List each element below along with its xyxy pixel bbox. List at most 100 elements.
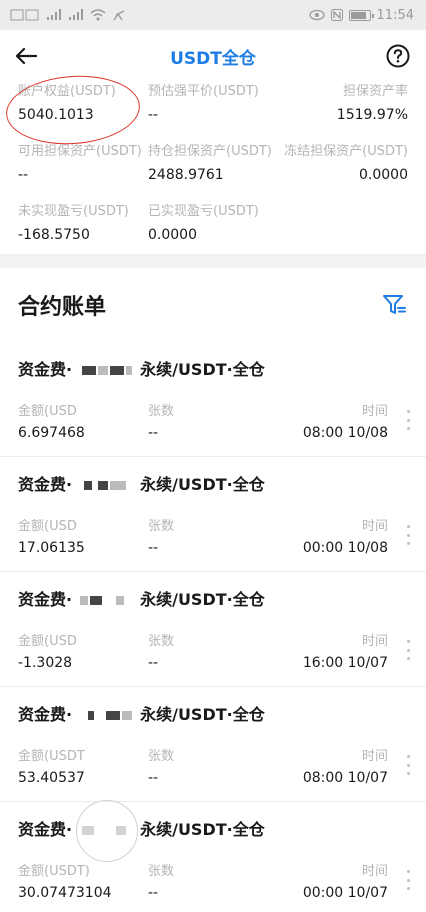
- entry-values: 17.06135 -- 00:00 10/08: [18, 540, 408, 556]
- bill-entry[interactable]: 资金费· 永续/USDT·全仓 金额(USD 张数 时间 -1.3028 -- …: [0, 572, 426, 687]
- available-margin-label: 可用担保资产(USDT): [18, 144, 142, 159]
- bill-entry[interactable]: 资金费· 永续/USDT·全仓 金额(USDT 张数 时间 53.40537 -…: [0, 687, 426, 802]
- account-summary: 账户权益(USDT) 5040.1013 预估强平价(USDT) -- 担保资产…: [0, 82, 426, 254]
- redacted-mosaic: [76, 707, 136, 723]
- liquidation-price-value: --: [148, 107, 159, 123]
- amount-value: 30.07473104: [18, 885, 112, 901]
- more-vertical-icon[interactable]: [404, 410, 412, 430]
- account-equity-label: 账户权益(USDT): [18, 84, 116, 99]
- available-margin-value: --: [18, 167, 29, 183]
- status-icons-left: [10, 9, 126, 21]
- account-equity-value: 5040.1013: [18, 107, 94, 123]
- filter-icon: [383, 295, 406, 314]
- time-label: 时间: [361, 749, 388, 764]
- amount-label: 金额(USDT): [18, 864, 90, 879]
- wifi-icon: [90, 9, 106, 21]
- eye-icon: [308, 9, 325, 21]
- count-value: --: [148, 655, 159, 671]
- redacted-mosaic: [76, 822, 136, 838]
- count-value: --: [148, 770, 159, 786]
- filter-button[interactable]: [380, 291, 408, 319]
- amount-label: 金额(USDT: [18, 749, 85, 764]
- entry-contract: 永续/USDT·全仓: [140, 475, 265, 494]
- entry-values: 6.697468 -- 08:00 10/08: [18, 425, 408, 441]
- amount-label: 金额(USD: [18, 634, 77, 649]
- entry-contract: 永续/USDT·全仓: [140, 820, 265, 839]
- more-vertical-icon[interactable]: [404, 755, 412, 775]
- time-value: 08:00 10/08: [302, 425, 388, 441]
- liquidation-price-label: 预估强平价(USDT): [148, 84, 259, 99]
- signal-icon: [47, 9, 61, 20]
- entry-values: 53.40537 -- 08:00 10/07: [18, 770, 408, 786]
- entry-values: 30.07473104 -- 00:00 10/07: [18, 885, 408, 901]
- more-vertical-icon[interactable]: [404, 640, 412, 660]
- margin-ratio-label: 担保资产率: [342, 84, 408, 99]
- count-label: 张数: [148, 634, 175, 649]
- more-vertical-icon[interactable]: [404, 525, 412, 545]
- bill-header: 合约账单: [0, 268, 426, 342]
- time-label: 时间: [361, 864, 388, 879]
- back-button[interactable]: [12, 42, 40, 70]
- count-label: 张数: [148, 749, 175, 764]
- time-value: 16:00 10/07: [302, 655, 388, 671]
- entry-type: 资金费·: [18, 820, 73, 839]
- entry-labels: 金额(USD 张数 时间: [18, 400, 408, 419]
- frozen-margin-value: 0.0000: [359, 167, 408, 183]
- count-value: --: [148, 540, 159, 556]
- summary-row: 账户权益(USDT) 5040.1013 预估强平价(USDT) -- 担保资产…: [18, 82, 408, 142]
- redacted-mosaic: [76, 592, 136, 608]
- help-button[interactable]: [384, 42, 412, 70]
- arrow-left-icon: [15, 47, 37, 65]
- realized-pnl-value: 0.0000: [148, 227, 197, 243]
- summary-cell: 账户权益(USDT) 5040.1013: [18, 82, 148, 142]
- more-vertical-icon[interactable]: [404, 870, 412, 890]
- margin-ratio-value: 1519.97%: [336, 107, 408, 123]
- summary-cell: 可用担保资产(USDT) --: [18, 142, 148, 202]
- time-label: 时间: [361, 634, 388, 649]
- entry-contract: 永续/USDT·全仓: [140, 590, 265, 609]
- entry-title: 资金费· 永续/USDT·全仓: [18, 586, 408, 614]
- summary-cell: 已实现盈亏(USDT) 0.0000: [148, 202, 278, 262]
- summary-cell: 冻结担保资产(USDT) 0.0000: [278, 142, 408, 202]
- entry-type: 资金费·: [18, 360, 73, 379]
- nav-bar: [0, 30, 426, 82]
- summary-cell: 持仓担保资产(USDT) 2488.9761: [148, 142, 278, 202]
- amount-value: 17.06135: [18, 540, 85, 556]
- count-label: 张数: [148, 864, 175, 879]
- unrealized-pnl-value: -168.5750: [18, 227, 90, 243]
- entry-type: 资金费·: [18, 475, 73, 494]
- entry-title: 资金费· 永续/USDT·全仓: [18, 701, 408, 729]
- frozen-margin-label: 冻结担保资产(USDT): [284, 144, 408, 159]
- bill-entry[interactable]: 资金费· 永续/USDT·全仓 金额(USD 张数 时间 6.697468 --…: [0, 342, 426, 457]
- status-bar: 11:54: [0, 0, 426, 30]
- amount-value: 6.697468: [18, 425, 85, 441]
- count-label: 张数: [148, 519, 175, 534]
- entry-title: 资金费· 永续/USDT·全仓: [18, 471, 408, 499]
- amount-value: 53.40537: [18, 770, 85, 786]
- position-margin-label: 持仓担保资产(USDT): [148, 144, 272, 159]
- time-value: 08:00 10/07: [302, 770, 388, 786]
- unrealized-pnl-label: 未实现盈亏(USDT): [18, 204, 129, 219]
- count-label: 张数: [148, 404, 175, 419]
- entry-values: -1.3028 -- 16:00 10/07: [18, 655, 408, 671]
- entry-type: 资金费·: [18, 590, 73, 609]
- entry-title: 资金费· 永续/USDT·全仓: [18, 816, 408, 844]
- summary-cell: 担保资产率 1519.97%: [278, 82, 408, 142]
- entry-type: 资金费·: [18, 705, 73, 724]
- entry-contract: 永续/USDT·全仓: [140, 360, 265, 379]
- nfc-icon: [330, 9, 343, 21]
- summary-cell: 预估强平价(USDT) --: [148, 82, 278, 142]
- entry-labels: 金额(USDT 张数 时间: [18, 745, 408, 764]
- question-circle-icon: [386, 44, 410, 68]
- redacted-mosaic: [76, 477, 136, 493]
- redacted-mosaic: [76, 362, 136, 378]
- bill-entry[interactable]: 资金费· 永续/USDT·全仓 金额(USD 张数 时间 17.06135 --…: [0, 457, 426, 572]
- position-margin-value: 2488.9761: [148, 167, 224, 183]
- amount-value: -1.3028: [18, 655, 73, 671]
- status-time: 11:54: [376, 7, 414, 23]
- signal-icon-2: [69, 9, 83, 20]
- time-value: 00:00 10/08: [302, 540, 388, 556]
- time-value: 00:00 10/07: [302, 885, 388, 901]
- bill-title: 合约账单: [18, 295, 107, 320]
- bill-entry[interactable]: 资金费· 永续/USDT·全仓 金额(USDT) 张数 时间 30.074731…: [0, 802, 426, 912]
